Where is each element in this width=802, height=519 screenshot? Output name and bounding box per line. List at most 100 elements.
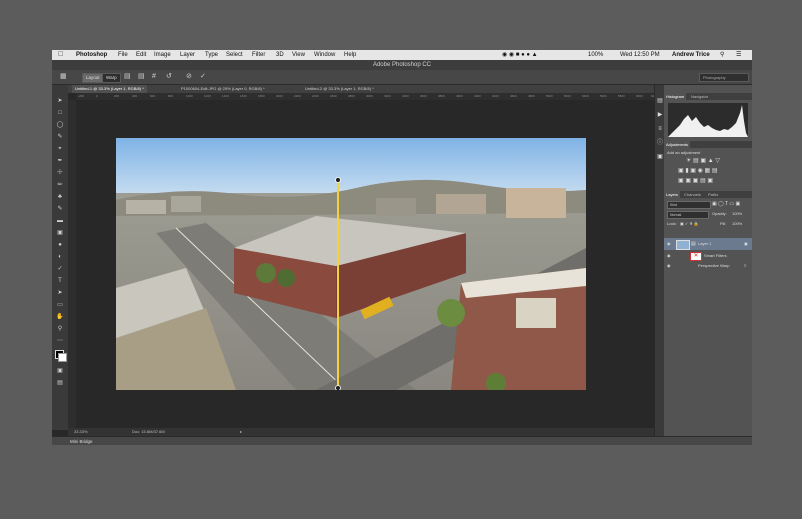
brush-tool-icon[interactable]: ✏ [54,181,66,190]
paragraph-icon[interactable]: ≡ [656,125,664,133]
menu-filter[interactable]: Filter [252,50,265,60]
document-tabs: Untitled-1 @ 33.3% (Layer 1, RGB/8) * P1… [68,85,654,93]
filter-options-icon[interactable]: ≡ [744,263,746,268]
smart-filters-label[interactable]: Smart Filters [704,253,727,258]
auto-straighten-icon[interactable]: ▤ [124,73,131,81]
tab-p1000604[interactable]: P1000604-Edit.JPG @ 25% (Layer 0, RGB/8)… [178,85,268,93]
vertical-ruler [68,100,76,428]
layer-row-smart-filters[interactable]: ◉ ✕ Smart Filters [664,251,752,261]
perspective-warp-label[interactable]: Perspective Warp [698,263,729,268]
background-color-swatch[interactable] [58,353,67,362]
menu-image[interactable]: Image [154,50,171,60]
history-panel-icon[interactable]: ▤ [656,97,664,105]
visibility-eye-icon[interactable]: ◉ [667,253,671,258]
grid-icon[interactable]: # [152,73,156,81]
menu-type[interactable]: Type [205,50,218,60]
move-tool-icon[interactable]: ➤ [54,97,66,106]
quick-select-tool-icon[interactable]: ✎ [54,133,66,142]
commit-check-icon[interactable]: ✓ [200,73,206,81]
lasso-tool-icon[interactable]: ◯ [54,121,66,130]
mini-bridge-label[interactable]: Mini Bridge [70,437,93,445]
hand-tool-icon[interactable]: ✋ [54,313,66,322]
cancel-icon[interactable]: ⊘ [186,73,192,81]
adjustment-icons-row-1[interactable]: ☀ ▤ ▣ ▲ ▽ [686,158,720,164]
doc-size: Doc: 15.8M/37.6M [132,429,165,434]
pen-tool-icon[interactable]: ✓ [54,265,66,274]
eraser-tool-icon[interactable]: ▬ [54,217,66,226]
layer-filter-icons[interactable]: ▣ ◯ T ▭ ▣ [712,201,740,207]
menu-select[interactable]: Select [226,50,243,60]
adjustment-icons-row-3[interactable]: ▣ ▣ ▣ ▤ ▣ [678,178,713,184]
menu-window[interactable]: Window [314,50,335,60]
eyedropper-tool-icon[interactable]: ✒ [54,157,66,166]
history-brush-tool-icon[interactable]: ✎ [54,205,66,214]
actions-play-icon[interactable]: ▶ [656,111,664,119]
menu-3d[interactable]: 3D [276,50,284,60]
layer-row-perspective-warp[interactable]: ◉ Perspective Warp ≡ [664,261,752,270]
layer-name[interactable]: Layer 1 [698,241,711,246]
zoom-level[interactable]: 33.33% [74,428,88,436]
tab-histogram[interactable]: Histogram [664,93,687,100]
adjustments-hint: Add an adjustment [667,150,701,155]
ruler-tick: 2400 [312,94,319,98]
tab-paths[interactable]: Paths [706,191,720,198]
screen-mode-icon[interactable]: ▤ [54,379,66,388]
ruler-tick: 3200 [384,94,391,98]
apple-menu-icon[interactable]:  [58,50,63,60]
blend-mode-select[interactable]: Normal [667,211,709,219]
options-bar: ▦ Layout Warp ▤ ▤ # ↺ ⊘ ✓ Photography [52,70,752,85]
layer-filter-kind-select[interactable]: Kind [667,201,711,209]
visibility-eye-icon[interactable]: ◉ [667,241,671,246]
spotlight-icon[interactable]: ⚲ [720,50,724,60]
quick-mask-icon[interactable]: ▣ [54,367,66,376]
adjustment-icons-row-2[interactable]: ▣ ▮ ▣ ◉ ▦ ▤ [678,168,718,174]
tab-untitled-2[interactable]: Untitled-2 @ 33.3% (Layer 1, RGB/8) * [302,85,377,93]
blur-tool-icon[interactable]: ● [54,241,66,250]
menu-edit[interactable]: Edit [136,50,146,60]
ruler-tick: 5400 [582,94,589,98]
gradient-tool-icon[interactable]: ▣ [54,229,66,238]
canvas-area[interactable] [76,100,654,428]
tab-untitled-1[interactable]: Untitled-1 @ 33.3% (Layer 1, RGB/8) * [72,85,147,93]
notification-list-icon[interactable]: ☰ [736,50,741,60]
tab-channels[interactable]: Channels [682,191,703,198]
dodge-tool-icon[interactable]: ◐ [54,253,66,262]
layout-mode-button[interactable]: Layout [82,73,104,83]
tab-navigator[interactable]: Navigator [689,93,710,100]
clone-stamp-tool-icon[interactable]: ♣ [54,193,66,202]
layer-row-layer-1[interactable]: ◉ ▤ Layer 1 ▣ [664,238,752,250]
marquee-tool-icon[interactable]: □ [54,109,66,118]
visibility-eye-icon[interactable]: ◉ [667,263,671,268]
workspace-select[interactable]: Photography [699,73,749,82]
menu-help[interactable]: Help [344,50,356,60]
fill-value[interactable]: 100% [732,221,742,227]
straighten-horizontal-icon[interactable]: ▤ [138,73,145,81]
menu-layer[interactable]: Layer [180,50,195,60]
menu-file[interactable]: File [118,50,128,60]
ruler-tick: 1400 [222,94,229,98]
opacity-value[interactable]: 100% [732,211,742,217]
type-tool-icon[interactable]: T [54,277,66,286]
zoom-tool-icon[interactable]: ⚲ [54,325,66,334]
shape-tool-icon[interactable]: ▭ [54,301,66,310]
healing-brush-tool-icon[interactable]: ☩ [54,169,66,178]
tab-layers[interactable]: Layers [664,191,681,198]
menu-view[interactable]: View [292,50,305,60]
crop-tool-icon[interactable]: ⌖ [54,145,66,154]
warp-tool-preset-icon[interactable]: ▦ [60,73,67,81]
reset-icon[interactable]: ↺ [166,73,172,81]
app-menu[interactable]: Photoshop [76,50,107,60]
menu-user[interactable]: Andrew Trice [672,50,710,60]
ruler-tick: 3600 [420,94,427,98]
status-icons: ◉ ◉ ■ ● ● ▲ [502,52,538,58]
info-icon[interactable]: ⓘ [656,139,664,147]
status-arrow-icon[interactable]: ▸ [240,428,242,436]
path-selection-tool-icon[interactable]: ➤ [54,289,66,298]
properties-icon[interactable]: ▣ [656,153,664,161]
document-photo[interactable] [116,138,586,390]
warp-mode-button[interactable]: Warp [102,73,121,83]
lock-icons[interactable]: ▣ ✓ ✞ 🔒 [680,221,699,227]
adjustments-title[interactable]: Adjustments [664,141,691,148]
edit-toolbar-icon[interactable]: ⋯ [54,337,66,346]
ruler-tick: 600 [150,94,156,98]
